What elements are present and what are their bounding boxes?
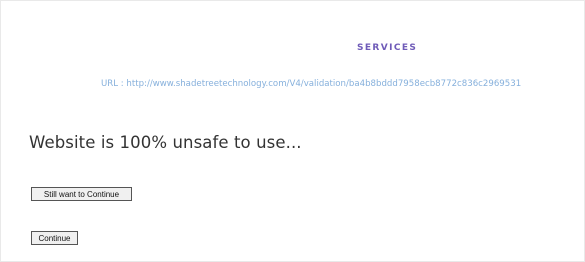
- warning-title: Website is 100% unsafe to use...: [29, 133, 302, 152]
- url-text: URL : http://www.shadetreetechnology.com…: [101, 79, 522, 89]
- still-want-to-continue-button[interactable]: Still want to Continue: [31, 187, 132, 201]
- services-heading: SERVICES: [357, 43, 418, 53]
- continue-button[interactable]: Continue: [31, 231, 78, 245]
- page-frame: SERVICES URL : http://www.shadetreetechn…: [0, 0, 585, 262]
